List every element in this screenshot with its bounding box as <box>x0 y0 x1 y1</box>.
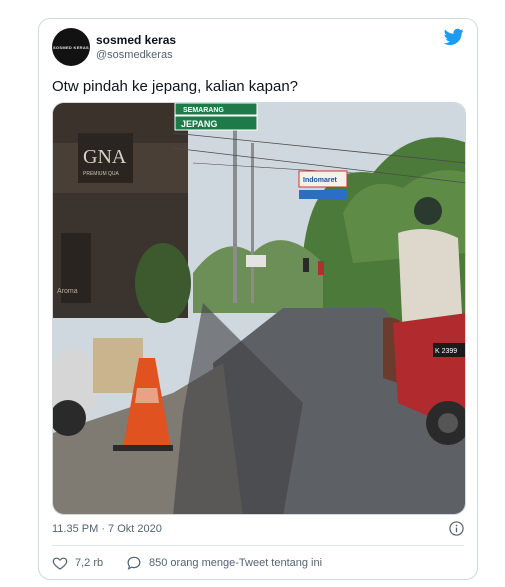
replies-text: 850 orang menge-Tweet tentang ini <box>149 557 323 569</box>
plate-text: K 2399 <box>435 348 457 355</box>
tweet-text: Otw pindah ke jepang, kalian kapan? <box>52 78 299 95</box>
like-count: 7,2 rb <box>75 557 104 569</box>
like-button[interactable]: 7,2 rb <box>52 555 103 571</box>
info-icon[interactable] <box>449 521 464 536</box>
storefront-text: GNA <box>83 146 127 168</box>
avatar[interactable]: SOSMED KERAS <box>52 28 90 66</box>
speech-bubble-icon <box>127 556 141 570</box>
storefront-sub: PREMIUM QUA <box>83 171 120 177</box>
reply-button[interactable]: 850 orang menge-Tweet tentang ini <box>126 555 322 571</box>
tweet-card[interactable]: SOSMED KERAS sosmed keras @sosmedkeras O… <box>38 18 478 580</box>
banner-text: Indomaret <box>303 177 338 184</box>
divider <box>52 545 464 546</box>
utility-pole <box>233 123 237 303</box>
tweet-photo[interactable]: GNA PREMIUM QUA Aroma SEMARANG JEPANG In… <box>52 102 466 515</box>
tweet-timestamp[interactable]: 11.35 PM · 7 Okt 2020 <box>52 523 162 535</box>
author-handle[interactable]: @sosmedkeras <box>96 49 173 61</box>
twitter-bird-icon[interactable] <box>444 28 464 46</box>
road-sign-bottom-text: JEPANG <box>181 119 217 129</box>
heart-icon <box>52 557 68 570</box>
shop-side-text: Aroma <box>57 288 78 295</box>
avatar-text: SOSMED KERAS <box>52 44 90 50</box>
author-display-name[interactable]: sosmed keras <box>96 33 176 47</box>
road-sign-top-text: SEMARANG <box>183 107 224 114</box>
